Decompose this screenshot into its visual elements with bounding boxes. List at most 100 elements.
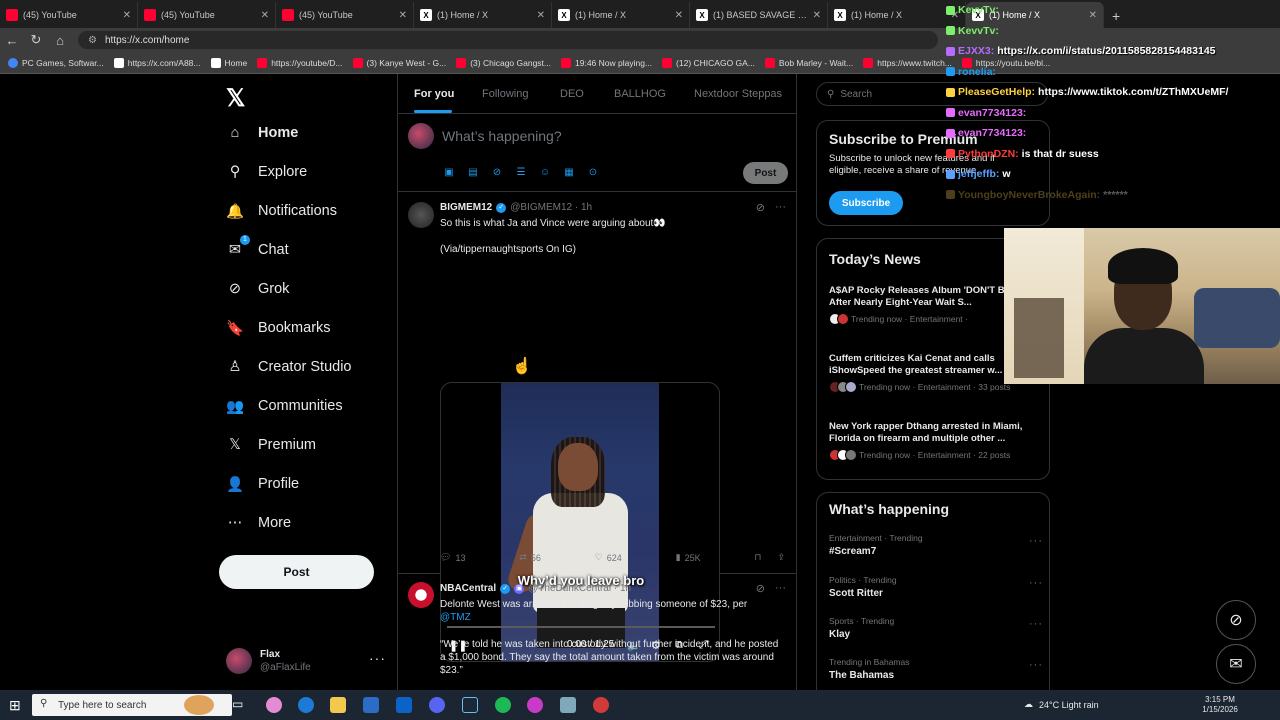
schedule-icon[interactable]: ▦: [563, 166, 575, 178]
trend-item[interactable]: Sports · Trending Klay ···: [829, 616, 1043, 640]
home-browser-icon[interactable]: ⌂: [48, 33, 72, 48]
views-button[interactable]: ▮ 25K: [676, 552, 701, 563]
browser-tab[interactable]: X (1) Home / X ✕: [414, 2, 552, 28]
subscribe-button[interactable]: Subscribe: [829, 191, 903, 215]
bookmark-item[interactable]: PC Games, Softwar...: [8, 57, 104, 68]
url-field[interactable]: ⚙ https://x.com/home: [78, 31, 938, 49]
nav-item-more[interactable]: ⋯ More: [226, 514, 291, 532]
gif-icon[interactable]: ▤: [467, 166, 479, 178]
image-icon[interactable]: ▣: [443, 166, 455, 178]
poll-icon[interactable]: ☰: [515, 166, 527, 178]
close-tab-icon[interactable]: ✕: [399, 10, 407, 21]
tweet[interactable]: BIGMEM12 ✓ @BIGMEM12 · 1h ⊘ ··· So this …: [398, 192, 796, 662]
more-dots-icon[interactable]: ···: [369, 650, 386, 666]
discord-icon[interactable]: [429, 697, 445, 713]
grok-explain-icon[interactable]: ⊘: [756, 201, 765, 214]
bookmark-item[interactable]: 19:46 Now playing...: [561, 57, 652, 68]
reload-icon[interactable]: ↻: [24, 32, 48, 48]
trend-more-icon[interactable]: ···: [1029, 659, 1043, 671]
mention-link[interactable]: @TMZ: [440, 612, 471, 623]
windows-start-icon[interactable]: ⊞: [9, 697, 21, 714]
site-info-icon[interactable]: ⚙: [88, 35, 97, 46]
nav-item-bookmarks[interactable]: 🔖 Bookmarks: [226, 319, 331, 337]
tweet-author-name[interactable]: NBACentral: [440, 583, 496, 594]
location-icon[interactable]: ⊙: [587, 166, 599, 178]
bookmark-item[interactable]: Home: [210, 57, 247, 68]
bookmark-item[interactable]: (3) Kanye West - G...: [352, 57, 446, 68]
avatar[interactable]: [408, 582, 434, 608]
browser-tab[interactable]: (45) YouTube ✕: [0, 2, 138, 28]
nav-item-notifications[interactable]: 🔔 Notifications: [226, 202, 337, 220]
nav-item-chat[interactable]: ✉ 1 Chat: [226, 235, 289, 259]
edge-icon[interactable]: [298, 697, 314, 713]
messages-fab-icon[interactable]: ✉: [1216, 644, 1256, 684]
tab-ballhog[interactable]: BALLHOG: [614, 88, 666, 100]
close-tab-icon[interactable]: ✕: [675, 10, 683, 21]
nav-item-premium[interactable]: 𝕏 Premium: [226, 436, 316, 454]
trend-item[interactable]: Politics · Trending Scott Ritter ···: [829, 575, 1043, 599]
nav-item-creator-studio[interactable]: ♙ Creator Studio: [226, 358, 352, 376]
app-red-icon[interactable]: [593, 697, 609, 713]
bookmark-item[interactable]: (12) CHICAGO GA...: [662, 57, 755, 68]
nav-item-home[interactable]: ⌂ Home: [226, 124, 299, 142]
close-tab-icon[interactable]: ✕: [537, 10, 545, 21]
browser-tab[interactable]: X (1) Home / X ✕: [552, 2, 690, 28]
task-view-icon[interactable]: ▭: [232, 697, 248, 713]
reply-button[interactable]: 💬︎ 13: [440, 552, 465, 563]
tweet-author-name[interactable]: BIGMEM12: [440, 202, 492, 213]
close-tab-icon[interactable]: ✕: [813, 10, 821, 21]
trend-more-icon[interactable]: ···: [1029, 577, 1043, 589]
x-logo-icon[interactable]: 𝕏: [226, 84, 245, 113]
nav-item-explore[interactable]: ⚲ Explore: [226, 163, 307, 181]
news-item[interactable]: New York rapper Dthang arrested in Miami…: [829, 421, 1049, 461]
tab-deo[interactable]: DEO: [560, 88, 584, 100]
mail-app-icon[interactable]: [396, 697, 412, 713]
bookmark-item[interactable]: Bob Marley - Wait...: [764, 57, 853, 68]
compose-input[interactable]: What’s happening?: [442, 128, 562, 144]
grok-compose-icon[interactable]: ⊘: [491, 166, 503, 178]
tweet-more-icon[interactable]: ···: [775, 201, 786, 214]
post-button[interactable]: Post: [219, 555, 374, 589]
close-tab-icon[interactable]: ✕: [123, 10, 131, 21]
close-tab-icon[interactable]: ✕: [261, 10, 269, 21]
back-icon[interactable]: ←: [0, 33, 24, 48]
tweet-more-icon[interactable]: ···: [775, 582, 786, 595]
like-button[interactable]: ♡ 624: [595, 552, 622, 563]
share-icon[interactable]: ⇪: [777, 552, 785, 563]
emoji-icon[interactable]: ☺: [539, 166, 551, 178]
trend-more-icon[interactable]: ···: [1029, 535, 1043, 547]
search-highlight-icon[interactable]: [184, 695, 214, 715]
tweet-author-handle[interactable]: @TheDunkCentral · 1h: [528, 583, 631, 594]
tweet-author-handle[interactable]: @BIGMEM12 · 1h: [510, 202, 592, 213]
browser-tab[interactable]: (45) YouTube ✕: [276, 2, 414, 28]
steam-icon[interactable]: [462, 697, 478, 713]
browser-tab[interactable]: X (1) BASED SAVAGE on X: "T ✕: [690, 2, 828, 28]
browser-tab[interactable]: (45) YouTube ✕: [138, 2, 276, 28]
file-explorer-icon[interactable]: [330, 697, 346, 713]
nav-item-profile[interactable]: 👤 Profile: [226, 475, 299, 493]
trend-item[interactable]: Trending in Bahamas The Bahamas ···: [829, 657, 1043, 681]
bookmark-item[interactable]: https://www.twitch...: [863, 57, 952, 68]
tab-nextdoor-steppas[interactable]: Nextdoor Steppas: [694, 88, 782, 100]
tab-for-you[interactable]: For you: [414, 88, 454, 100]
tab-following[interactable]: Following: [482, 88, 528, 100]
store-icon[interactable]: [363, 697, 379, 713]
repost-button[interactable]: ⇄ 56: [519, 552, 541, 563]
obs-app-icon[interactable]: [527, 697, 543, 713]
avatar[interactable]: [408, 202, 434, 228]
weather-widget[interactable]: ☁ 24°C Light rain: [1024, 699, 1099, 710]
grok-explain-icon[interactable]: ⊘: [756, 582, 765, 595]
trend-item[interactable]: Entertainment · Trending #Scream7 ···: [829, 533, 1043, 557]
account-switcher[interactable]: Flax @aFlaxLife ···: [226, 646, 386, 676]
grok-fab-icon[interactable]: ⊘: [1216, 600, 1256, 640]
nav-item-grok[interactable]: ⊘ Grok: [226, 280, 290, 298]
bookmark-item[interactable]: (3) Chicago Gangst...: [456, 57, 551, 68]
app-icon[interactable]: [560, 697, 576, 713]
trend-more-icon[interactable]: ···: [1029, 618, 1043, 630]
bookmark-tweet-button[interactable]: ⊓ ⇪: [754, 552, 785, 563]
compose-post-button[interactable]: Post: [743, 162, 788, 184]
spotify-icon[interactable]: [495, 697, 511, 713]
bookmark-item[interactable]: https://x.com/A88...: [113, 57, 201, 68]
taskbar-clock[interactable]: 3:15 PM 1/15/2026: [1202, 695, 1238, 715]
bookmark-item[interactable]: https://youtube/D...: [257, 57, 343, 68]
